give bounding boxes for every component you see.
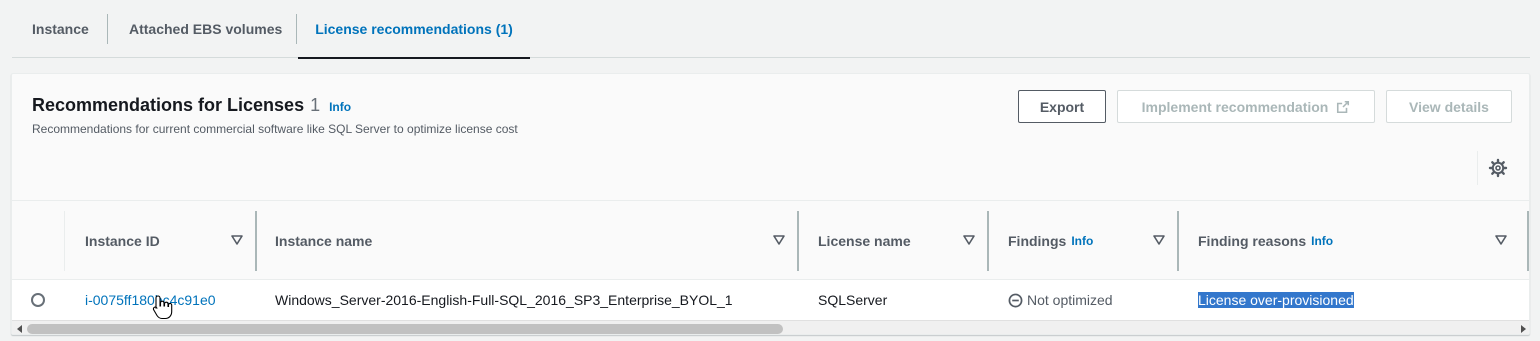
implement-recommendation-button[interactable]: Implement recommendation <box>1117 90 1375 123</box>
row-select-radio[interactable] <box>31 293 45 307</box>
sort-caret-icon <box>773 235 785 245</box>
external-link-icon <box>1337 100 1350 113</box>
scroll-left-arrow-icon[interactable] <box>16 325 24 333</box>
instance-id-link[interactable]: i-0075ff180bc4c91e0 <box>85 292 216 308</box>
column-header-label: License name <box>818 233 911 249</box>
horizontal-scrollbar[interactable] <box>12 320 1529 334</box>
tab-divider <box>107 14 108 44</box>
column-resizer[interactable] <box>1527 211 1529 271</box>
export-button-label: Export <box>1039 98 1085 115</box>
scrollbar-thumb[interactable] <box>27 324 783 334</box>
column-header-label: Instance name <box>275 233 373 249</box>
panel-description: Recommendations for current commercial s… <box>32 122 518 136</box>
sort-caret-icon <box>231 235 243 245</box>
finding-reasons-cell: License over-provisioned <box>1198 280 1354 320</box>
gear-icon[interactable] <box>1488 158 1508 178</box>
preferences-divider <box>1477 151 1478 185</box>
sort-caret-icon <box>1153 235 1165 245</box>
instance-id-cell: i-0075ff180bc4c91e0 <box>85 280 216 320</box>
column-header-license-name[interactable]: License name <box>799 201 987 281</box>
scroll-right-arrow-icon[interactable] <box>1519 325 1527 333</box>
findings-cell: Not optimized <box>1008 280 1113 320</box>
implement-button-label: Implement recommendation <box>1141 98 1329 115</box>
table-header: Instance ID Instance name License name F… <box>12 200 1529 281</box>
hand-cursor-icon <box>152 295 173 320</box>
column-header-finding-reasons[interactable]: Finding reasons Info <box>1179 201 1519 281</box>
column-header-instance-id[interactable]: Instance ID <box>65 201 255 281</box>
tab-divider <box>296 14 297 44</box>
tab-license-recommendations[interactable]: License recommendations (1) <box>298 0 530 59</box>
finding-reasons-value: License over-provisioned <box>1198 292 1354 308</box>
tab-label: License recommendations (1) <box>315 21 513 37</box>
tab-label: Attached EBS volumes <box>129 21 283 37</box>
findings-value: Not optimized <box>1027 292 1113 308</box>
recommendations-panel: Recommendations for Licenses 1 Info Reco… <box>11 73 1530 335</box>
export-button[interactable]: Export <box>1018 90 1106 123</box>
tab-label: Instance <box>32 21 89 37</box>
panel-title: Recommendations for Licenses <box>32 95 305 115</box>
tab-bar: Instance Attached EBS volumes License re… <box>12 0 1530 59</box>
panel-info-link[interactable]: Info <box>329 100 351 114</box>
panel-count: 1 <box>310 95 321 115</box>
tab-attached-ebs-volumes[interactable]: Attached EBS volumes <box>129 0 282 58</box>
column-header-label: Finding reasons <box>1198 233 1307 249</box>
not-optimized-icon <box>1008 293 1023 307</box>
table-row[interactable]: i-0075ff180bc4c91e0 Windows_Server-2016-… <box>12 280 1529 320</box>
column-header-label: Instance ID <box>85 233 160 249</box>
finding-reasons-info-link[interactable]: Info <box>1311 234 1333 248</box>
view-details-button-label: View details <box>1409 98 1489 115</box>
sort-caret-icon <box>1495 235 1507 245</box>
column-header-label: Findings <box>1008 233 1067 249</box>
instance-name-cell: Windows_Server-2016-English-Full-SQL_201… <box>275 292 733 308</box>
sort-caret-icon <box>963 235 975 245</box>
findings-info-link[interactable]: Info <box>1071 234 1093 248</box>
license-name-cell: SQLServer <box>818 292 888 308</box>
panel-title-row: Recommendations for Licenses 1 Info <box>32 95 351 116</box>
tab-instance[interactable]: Instance <box>32 0 89 58</box>
column-header-instance-name[interactable]: Instance name <box>257 201 797 281</box>
column-header-findings[interactable]: Findings Info <box>989 201 1177 281</box>
view-details-button[interactable]: View details <box>1386 90 1512 123</box>
